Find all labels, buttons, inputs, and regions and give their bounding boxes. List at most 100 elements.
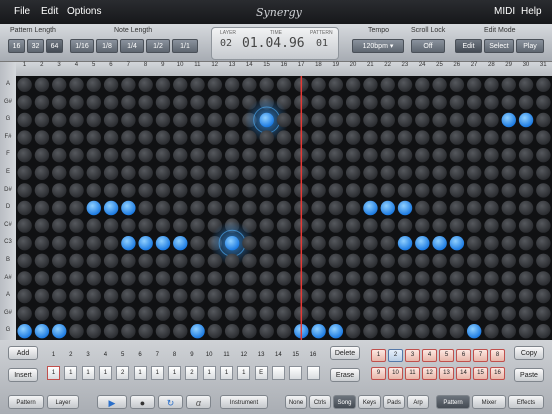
pattern-slot-button[interactable]: 3 <box>405 349 420 362</box>
note-cell[interactable] <box>190 306 205 321</box>
note-cell[interactable] <box>484 148 499 163</box>
note-cell[interactable] <box>345 236 361 251</box>
step-value[interactable]: 2 <box>116 366 130 380</box>
note-cell[interactable] <box>121 183 136 198</box>
note-cell-active[interactable] <box>155 236 171 251</box>
note-cell[interactable] <box>138 306 153 321</box>
note-cell[interactable] <box>328 165 344 180</box>
note-cell[interactable] <box>345 253 361 268</box>
note-cell[interactable] <box>328 148 344 163</box>
note-cell[interactable] <box>415 77 430 92</box>
note-cell[interactable] <box>259 148 274 163</box>
note-cell[interactable] <box>484 218 499 233</box>
note-cell[interactable] <box>69 130 84 145</box>
note-cell[interactable] <box>518 95 534 110</box>
note-cell[interactable] <box>207 324 223 339</box>
note-cell[interactable] <box>380 271 395 286</box>
pattern-slot-button[interactable]: 11 <box>405 367 420 380</box>
note-cell[interactable] <box>34 218 50 233</box>
note-cell[interactable] <box>138 77 153 92</box>
note-cell[interactable] <box>155 112 171 128</box>
note-cell[interactable] <box>69 183 84 198</box>
note-cell[interactable] <box>380 183 395 198</box>
note-cell[interactable] <box>466 200 482 216</box>
note-cell[interactable] <box>224 95 240 110</box>
note-cell-active[interactable] <box>397 200 413 216</box>
step-value[interactable]: 1 <box>133 366 147 380</box>
note-cell[interactable] <box>190 95 205 110</box>
note-cell[interactable] <box>397 271 413 286</box>
note-cell[interactable] <box>432 148 447 163</box>
note-cell[interactable] <box>536 112 551 128</box>
note-cell[interactable] <box>34 253 50 268</box>
note-cell[interactable] <box>518 218 534 233</box>
note-cell[interactable] <box>536 148 551 163</box>
note-cell[interactable] <box>155 306 171 321</box>
note-cell[interactable] <box>69 200 84 216</box>
note-cell[interactable] <box>121 77 136 92</box>
note-cell[interactable] <box>242 77 257 92</box>
note-cell[interactable] <box>224 200 240 216</box>
note-cell[interactable] <box>207 77 223 92</box>
note-cell[interactable] <box>173 200 188 216</box>
note-cell[interactable] <box>380 77 395 92</box>
note-cell[interactable] <box>34 95 50 110</box>
note-cell[interactable] <box>34 271 50 286</box>
note-cell[interactable] <box>103 183 119 198</box>
note-cell[interactable] <box>52 130 67 145</box>
note-cell[interactable] <box>103 236 119 251</box>
tab-pattern-left[interactable]: Pattern <box>8 395 44 409</box>
note-cell[interactable] <box>415 95 430 110</box>
note-cell[interactable] <box>17 165 32 180</box>
note-cell[interactable] <box>207 306 223 321</box>
note-cell[interactable] <box>138 95 153 110</box>
note-cell[interactable] <box>276 183 292 198</box>
note-cell[interactable] <box>190 236 205 251</box>
note-cell[interactable] <box>17 271 32 286</box>
note-cell[interactable] <box>276 271 292 286</box>
note-cell[interactable] <box>484 236 499 251</box>
menu-options[interactable]: Options <box>67 6 101 17</box>
note-cell[interactable] <box>34 288 50 304</box>
note-cell[interactable] <box>224 148 240 163</box>
note-cell[interactable] <box>311 130 326 145</box>
note-cell[interactable] <box>17 95 32 110</box>
note-cell[interactable] <box>52 271 67 286</box>
note-cell[interactable] <box>449 324 465 339</box>
note-cell[interactable] <box>17 236 32 251</box>
note-cell[interactable] <box>138 288 153 304</box>
copy-button[interactable]: Copy <box>514 346 544 360</box>
note-cell[interactable] <box>501 288 516 304</box>
pattern-slot-button[interactable]: 13 <box>439 367 454 380</box>
note-cell[interactable] <box>138 130 153 145</box>
note-cell[interactable] <box>466 253 482 268</box>
note-cell[interactable] <box>432 306 447 321</box>
note-cell[interactable] <box>190 183 205 198</box>
note-cell[interactable] <box>501 148 516 163</box>
pattern-slot-button[interactable]: 8 <box>490 349 505 362</box>
note-cell-active[interactable] <box>432 236 447 251</box>
note-cell[interactable] <box>397 130 413 145</box>
note-cell[interactable] <box>432 271 447 286</box>
note-cell[interactable] <box>259 324 274 339</box>
note-cell[interactable] <box>501 306 516 321</box>
note-cell[interactable] <box>380 95 395 110</box>
note-cell[interactable] <box>484 271 499 286</box>
note-cell[interactable] <box>536 200 551 216</box>
note-length-1-2[interactable]: 1/2 <box>146 39 170 53</box>
view-tab-ctrls[interactable]: Ctrls <box>309 395 331 409</box>
note-cell[interactable] <box>224 253 240 268</box>
note-cell[interactable] <box>224 165 240 180</box>
note-cell[interactable] <box>34 130 50 145</box>
view-tab-song[interactable]: Song <box>333 395 356 409</box>
note-cell[interactable] <box>224 324 240 339</box>
note-cell[interactable] <box>484 77 499 92</box>
note-cell[interactable] <box>415 271 430 286</box>
note-cell[interactable] <box>121 130 136 145</box>
note-cell[interactable] <box>518 200 534 216</box>
step-grid[interactable] <box>16 76 552 340</box>
note-cell[interactable] <box>397 324 413 339</box>
note-cell[interactable] <box>397 148 413 163</box>
note-cell[interactable] <box>501 200 516 216</box>
note-cell[interactable] <box>363 165 378 180</box>
